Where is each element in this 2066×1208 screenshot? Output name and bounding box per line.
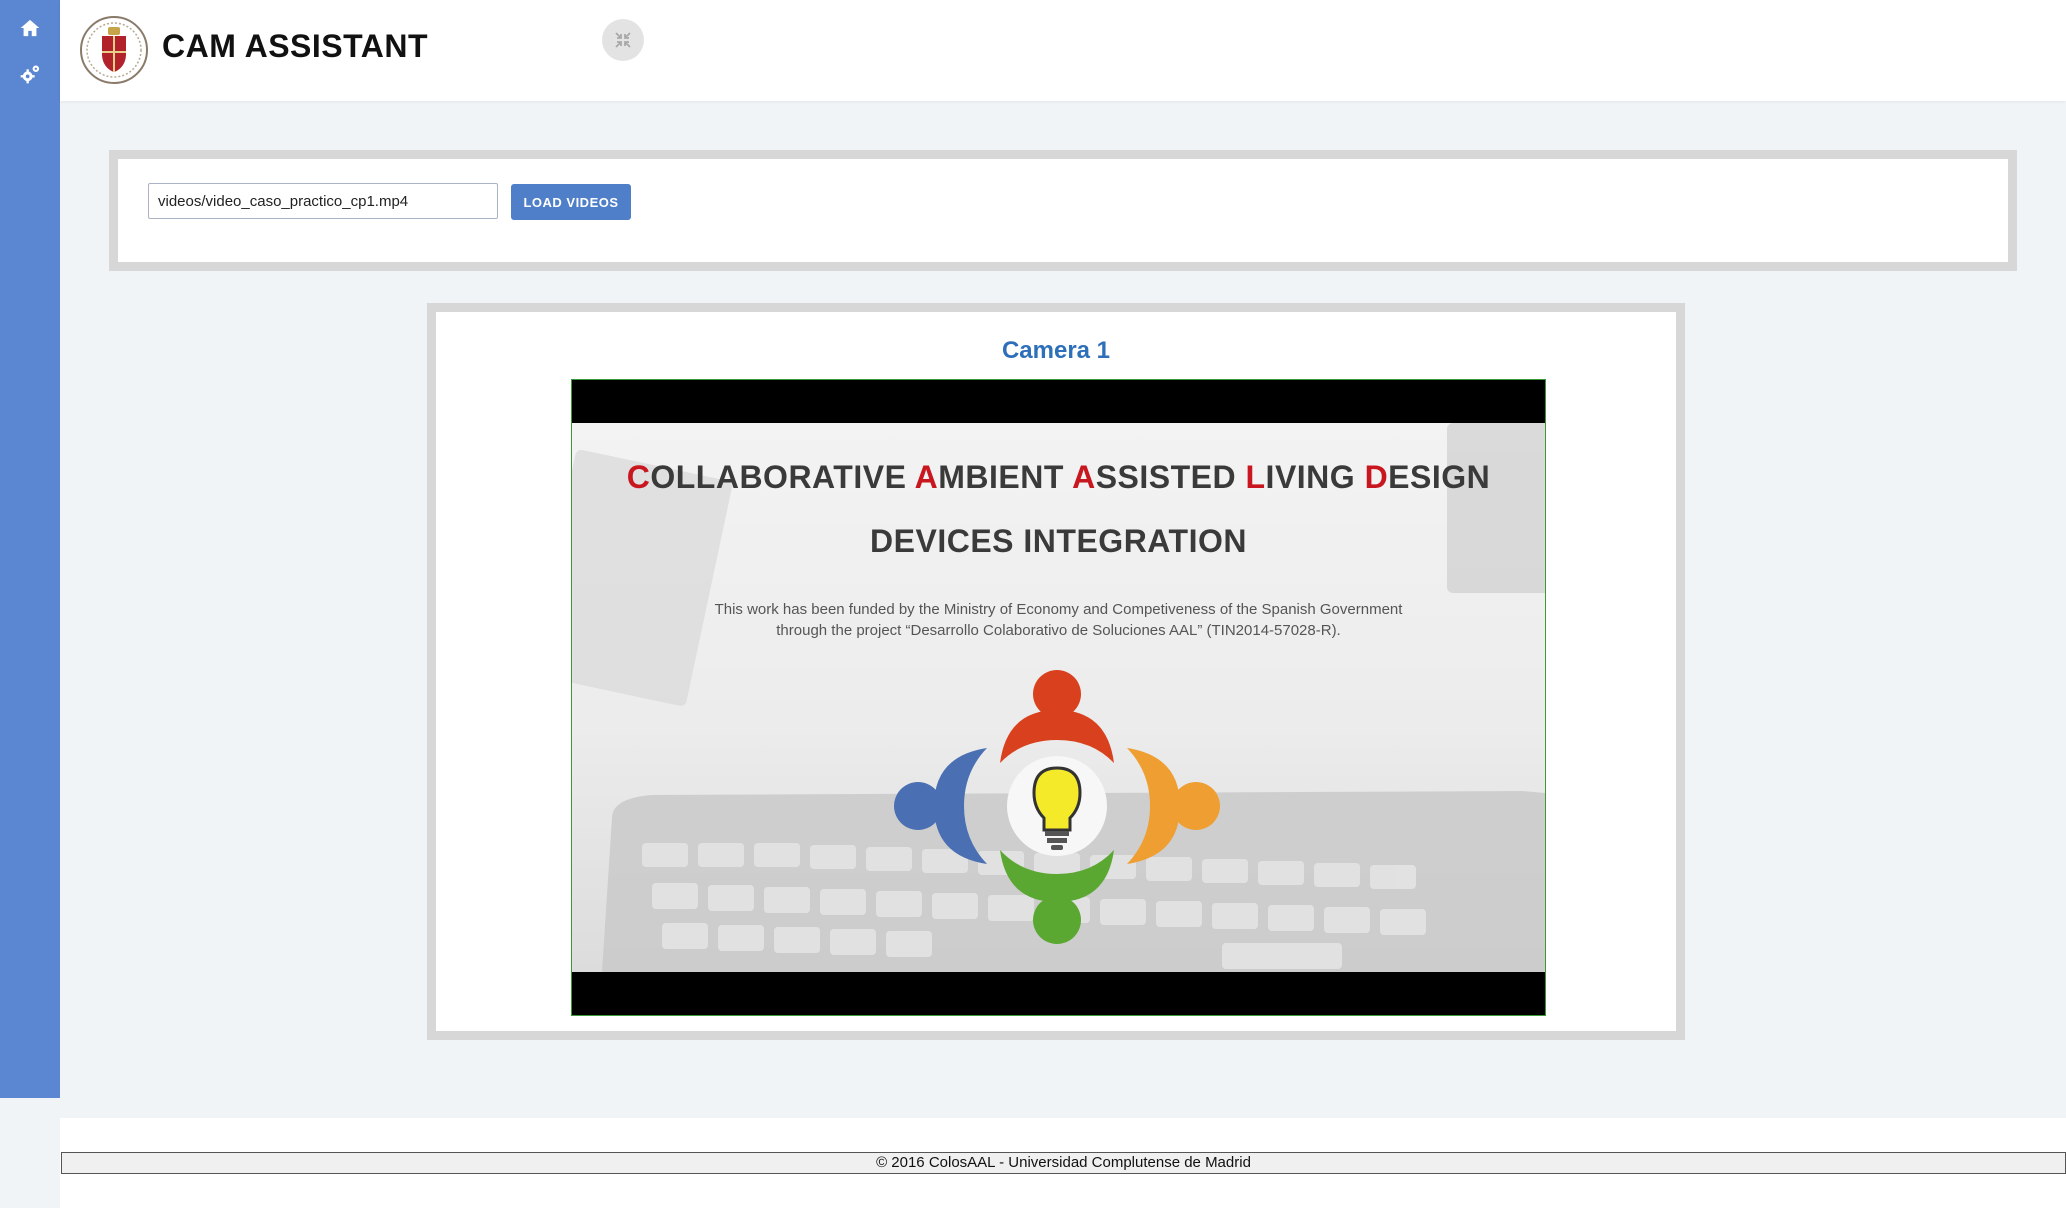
credit-line-1: This work has been funded by the Ministr… [714,601,1403,618]
video-frame: COLLABORATIVE AMBIENT ASSISTED LIVING DE… [572,423,1545,972]
video-path-input[interactable] [148,183,498,219]
video-player[interactable]: COLLABORATIVE AMBIENT ASSISTED LIVING DE… [571,379,1546,1016]
sidebar [0,0,60,1098]
header: CAM ASSISTANT [60,0,2066,101]
video-title-line-2: DEVICES INTEGRATION [870,523,1247,559]
university-crest-logo [78,14,150,86]
video-title-line-1: COLLABORATIVE AMBIENT ASSISTED LIVING DE… [626,459,1491,495]
credit-line-2: through the project “Desarrollo Colabora… [776,622,1341,639]
home-icon[interactable] [16,14,44,42]
footer-copyright: © 2016 ColosAAL - Universidad Complutens… [61,1152,2066,1174]
gears-icon[interactable] [16,60,44,88]
footer: © 2016 ColosAAL - Universidad Complutens… [60,1118,2066,1208]
load-videos-button[interactable]: LOAD VIDEOS [511,184,631,220]
video-loader-panel: LOAD VIDEOS [109,150,2017,271]
app-title: CAM ASSISTANT [162,28,429,64]
video-credit-text: This work has been funded by the Ministr… [572,599,1545,641]
camera-title: Camera 1 [1001,337,1111,364]
camera-panel: Camera 1 COLLABORATIVE AMBIENT ASSISTED … [427,303,1685,1040]
collaboration-logo [894,670,1220,944]
collapse-icon[interactable] [602,19,644,61]
